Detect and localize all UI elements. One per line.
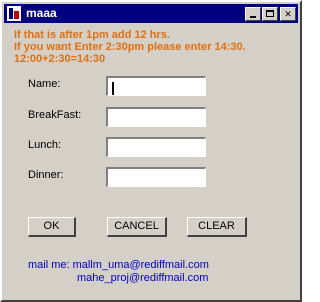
clear-button[interactable]: CLEAR bbox=[187, 217, 247, 237]
window-title: maaa bbox=[26, 6, 57, 20]
contact-line-1: mail me: mallm_uma@rediffmail.com bbox=[28, 259, 209, 272]
email-link-1[interactable]: mallm_uma@rediffmail.com bbox=[73, 259, 209, 271]
app-icon[interactable] bbox=[7, 6, 21, 21]
instruction-line-1: If that is after 1pm add 12 hrs. bbox=[14, 29, 170, 41]
minimize-button[interactable] bbox=[245, 7, 261, 21]
close-button[interactable]: ✕ bbox=[280, 7, 296, 21]
title-bar[interactable]: maaa ✕ bbox=[4, 4, 298, 23]
app-window: maaa ✕ If that is after 1pm add 12 hrs. … bbox=[0, 0, 302, 302]
ok-button[interactable]: OK bbox=[28, 217, 76, 237]
close-icon: ✕ bbox=[284, 7, 292, 20]
email-link-2[interactable]: mahe_proj@rediffmail.com bbox=[77, 272, 208, 285]
lunch-label: Lunch: bbox=[28, 139, 62, 151]
lunch-input[interactable] bbox=[106, 137, 206, 157]
instruction-line-3: 12:00+2:30=14:30 bbox=[14, 53, 106, 65]
dinner-input[interactable] bbox=[106, 167, 206, 187]
breakfast-label: BreakFast: bbox=[28, 109, 82, 121]
name-input[interactable] bbox=[106, 76, 206, 96]
name-label: Name: bbox=[28, 78, 61, 90]
breakfast-input[interactable] bbox=[106, 107, 206, 127]
cancel-button[interactable]: CANCEL bbox=[107, 217, 167, 237]
minimize-icon bbox=[250, 16, 256, 18]
instruction-line-2: If you want Enter 2:30pm please enter 14… bbox=[14, 41, 246, 53]
instructions: If that is after 1pm add 12 hrs. If you … bbox=[14, 29, 246, 65]
contact-prefix: mail me: bbox=[28, 259, 70, 271]
maximize-icon bbox=[266, 10, 274, 17]
text-caret bbox=[112, 82, 114, 95]
maximize-button[interactable] bbox=[262, 7, 278, 21]
dinner-label: Dinner: bbox=[28, 169, 64, 181]
